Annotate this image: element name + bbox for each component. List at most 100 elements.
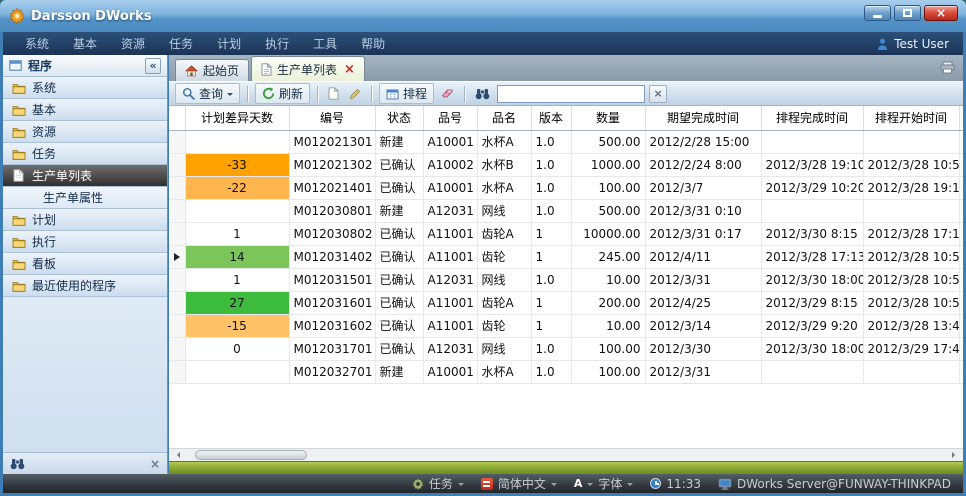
menu-item-7[interactable]: 工具 [301,35,349,52]
column-header[interactable]: 数量 [571,106,645,130]
row-selector[interactable] [169,176,185,199]
row-selector[interactable] [169,245,185,268]
cell-extra [959,314,963,337]
column-header[interactable]: 排程开始时间 [863,106,959,130]
cell-expected-finish: 2012/3/14 [645,314,761,337]
table-row[interactable]: M012021301新建A10001水杯A1.0500.002012/2/28 … [169,130,963,153]
cell-order-no: M012032701 [289,360,375,383]
column-header[interactable]: 品号 [423,106,477,130]
sidebar-item-1[interactable]: 系统 [3,77,167,99]
cell-scheduled-finish [761,199,863,222]
refresh-button[interactable]: 刷新 [255,83,310,104]
row-selector[interactable] [169,268,185,291]
cell-item-no: A10001 [423,130,477,153]
cell-expected-finish: 2012/2/28 15:00 [645,130,761,153]
new-button[interactable] [325,85,342,102]
language-label: 简体中文 [498,475,546,492]
row-selector[interactable] [169,337,185,360]
close-button[interactable]: × [924,5,958,21]
row-selector[interactable] [169,222,185,245]
row-selector[interactable] [169,360,185,383]
row-selector[interactable] [169,291,185,314]
maximize-button[interactable] [894,5,921,21]
status-font[interactable]: A 字体 [574,475,634,492]
column-header[interactable]: 品名 [477,106,531,130]
language-icon [481,478,493,490]
scrollbar-thumb[interactable] [195,450,307,460]
chevron-down-icon [227,93,233,99]
folder-icon [11,82,26,94]
sidebar-item-3[interactable]: 资源 [3,121,167,143]
sidebar-search-bar[interactable]: × [3,452,167,474]
table-row[interactable]: 1M012031501已确认A12031网线1.010.002012/3/312… [169,268,963,291]
table-row[interactable]: 27M012031601已确认A11001齿轮A1200.002012/4/25… [169,291,963,314]
sidebar-item-2[interactable]: 基本 [3,99,167,121]
cell-version: 1.0 [531,130,571,153]
printer-icon[interactable] [940,61,955,77]
status-task[interactable]: 任务 [412,475,464,492]
programs-icon [9,60,22,71]
cell-scheduled-start [863,199,959,222]
chevron-down-icon [587,483,593,489]
toolbar-clear-button[interactable]: × [649,85,667,103]
menu-item-1[interactable]: 系统 [13,35,61,52]
sidebar-item-9[interactable]: 看板 [3,253,167,275]
sidebar-item-5[interactable]: 生产单列表 [3,165,167,187]
table-row[interactable]: -22M012021401已确认A10001水杯A1.0100.002012/3… [169,176,963,199]
sidebar-item-7[interactable]: 计划 [3,209,167,231]
column-header[interactable]: 编号 [289,106,375,130]
row-selector-header [169,106,185,130]
column-header[interactable]: 版本 [531,106,571,130]
table-row[interactable]: 14M012031402已确认A11001齿轮1245.002012/4/112… [169,245,963,268]
menu-item-2[interactable]: 基本 [61,35,109,52]
cell-scheduled-start: 2012/3/28 10:52 [863,245,959,268]
schedule-button[interactable]: 排程 [379,83,434,104]
sidebar-item-8[interactable]: 执行 [3,231,167,253]
cell-scheduled-finish: 2012/3/30 18:00 [761,337,863,360]
find-button[interactable] [472,86,493,102]
edit-button[interactable] [346,86,364,102]
tab-close-icon[interactable]: × [344,63,355,76]
scroll-right-button[interactable] [947,449,963,461]
sidebar-item-4[interactable]: 任务 [3,143,167,165]
cell-item-no: A10001 [423,360,477,383]
scrollbar-track[interactable] [185,449,947,461]
sidebar-search-clear-icon[interactable]: × [150,457,160,471]
menu-item-4[interactable]: 任务 [157,35,205,52]
row-selector[interactable] [169,153,185,176]
sidebar-collapse-button[interactable]: « [145,58,161,74]
chevron-down-icon [627,483,633,489]
status-language[interactable]: 简体中文 [481,475,557,492]
tab-start-page[interactable]: 起始页 [175,59,249,81]
chevron-down-icon [551,483,557,489]
cell-status: 已确认 [375,153,423,176]
menu-item-6[interactable]: 执行 [253,35,301,52]
horizontal-scrollbar[interactable] [169,448,963,461]
minimize-button[interactable] [864,5,891,21]
scroll-left-button[interactable] [169,449,185,461]
column-header[interactable]: 状态 [375,106,423,130]
clock-icon [650,478,661,489]
sidebar-item-6[interactable]: 生产单属性 [3,187,167,209]
table-row[interactable]: 0M012031701已确认A12031网线1.0100.002012/3/30… [169,337,963,360]
row-selector[interactable] [169,199,185,222]
column-header[interactable]: 期望完成时间 [645,106,761,130]
sidebar-item-10[interactable]: 最近使用的程序 [3,275,167,297]
table-row[interactable]: M012030801新建A12031网线1.0500.002012/3/31 0… [169,199,963,222]
menu-item-5[interactable]: 计划 [205,35,253,52]
row-selector[interactable] [169,130,185,153]
table-row[interactable]: M012032701新建A10001水杯A1.0100.002012/3/31 [169,360,963,383]
tab-production-order-list[interactable]: 生产单列表 × [251,56,365,81]
table-row[interactable]: 1M012030802已确认A11001齿轮A110000.002012/3/3… [169,222,963,245]
menu-item-8[interactable]: 帮助 [349,35,397,52]
row-selector[interactable] [169,314,185,337]
menu-item-3[interactable]: 资源 [109,35,157,52]
toolbar-search-input[interactable] [497,85,645,103]
table-row[interactable]: -33M012021302已确认A10002水杯B1.01000.002012/… [169,153,963,176]
column-header[interactable]: 排程完成时间 [761,106,863,130]
table-row[interactable]: -15M012031602已确认A11001齿轮110.002012/3/142… [169,314,963,337]
eraser-button[interactable] [438,86,457,101]
query-button[interactable]: 查询 [175,83,240,104]
column-header[interactable]: 计划差异天数 [185,106,289,130]
user-area[interactable]: Test User [877,37,953,51]
